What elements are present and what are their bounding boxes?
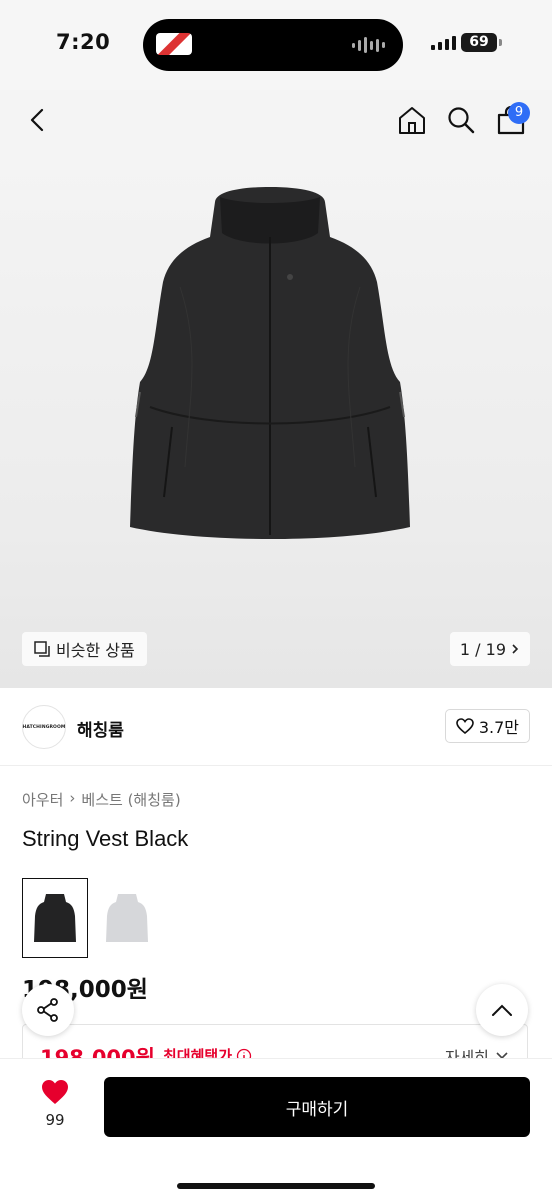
variant-thumbnail xyxy=(34,894,76,942)
search-button[interactable] xyxy=(441,100,481,140)
brand-like-count: 3.7만 xyxy=(478,718,519,737)
home-indicator xyxy=(177,1183,375,1189)
breadcrumb-item[interactable]: 베스트 (해칭룸) xyxy=(81,789,180,810)
brand-like-button[interactable]: 3.7만 xyxy=(444,709,530,743)
battery-indicator: 69 xyxy=(461,33,502,52)
home-icon xyxy=(399,107,425,134)
chevron-up-icon xyxy=(492,1004,512,1016)
breadcrumb: 아우터 › 베스트 (해칭룸) xyxy=(22,789,181,810)
status-bar: 7:20 69 xyxy=(0,0,552,90)
breadcrumb-item[interactable]: 아우터 xyxy=(22,789,63,810)
top-nav xyxy=(0,90,552,152)
back-button[interactable] xyxy=(18,100,58,140)
chevron-left-icon xyxy=(30,108,44,132)
bottom-action-bar: 99 구매하기 xyxy=(0,1058,552,1200)
variant-thumbnail xyxy=(106,894,148,942)
brand-row[interactable]: HATCHINGROOM 해칭룸 3.7만 xyxy=(0,688,552,766)
wishlist-count: 99 xyxy=(45,1111,65,1129)
brand-logo[interactable]: HATCHINGROOM xyxy=(22,705,66,749)
wishlist-button[interactable]: 99 xyxy=(32,1079,78,1129)
product-image xyxy=(130,187,410,539)
signal-icon xyxy=(431,34,456,50)
heart-filled-icon xyxy=(42,1080,68,1104)
dynamic-island xyxy=(143,19,403,71)
similar-items-icon xyxy=(34,641,50,657)
heart-outline-icon xyxy=(456,718,474,734)
variant-black[interactable] xyxy=(22,878,88,958)
scroll-top-button[interactable] xyxy=(476,984,528,1036)
home-button[interactable] xyxy=(392,100,432,140)
product-title: String Vest Black xyxy=(22,826,189,851)
variant-light-gray[interactable] xyxy=(94,878,160,958)
audio-wave-icon xyxy=(352,35,385,55)
share-button[interactable] xyxy=(22,984,74,1036)
share-icon xyxy=(37,998,58,1022)
similar-products-button[interactable]: 비슷한 상품 xyxy=(22,632,147,666)
page-counter-text: 1 / 19 xyxy=(459,639,506,659)
similar-products-label: 비슷한 상품 xyxy=(56,641,135,660)
cart-badge: 9 xyxy=(508,102,530,124)
color-variants xyxy=(22,878,160,958)
brand-name[interactable]: 해칭룸 xyxy=(77,716,124,741)
product-image-carousel[interactable]: 비슷한 상품 1 / 19 xyxy=(0,152,552,688)
breadcrumb-separator-icon: › xyxy=(69,789,76,807)
search-icon xyxy=(448,107,475,134)
image-page-counter[interactable]: 1 / 19 xyxy=(449,632,530,666)
buy-button[interactable]: 구매하기 xyxy=(104,1077,530,1137)
now-playing-thumbnail xyxy=(156,33,192,55)
status-time: 7:20 xyxy=(56,30,111,54)
chevron-right-icon xyxy=(512,644,519,654)
